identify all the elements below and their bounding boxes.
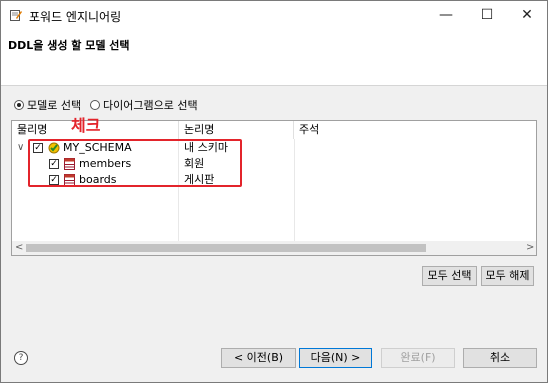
radio-label-model: 모델로 선택	[27, 99, 82, 112]
horizontal-scrollbar[interactable]: < >	[12, 241, 536, 255]
column-header-comment[interactable]: 주석	[294, 121, 536, 139]
select-all-button[interactable]: 모두 선택	[422, 266, 477, 286]
forward-engineering-icon	[10, 10, 22, 21]
radio-unchecked-icon	[90, 100, 100, 110]
next-button[interactable]: 다음(N) >	[299, 348, 372, 368]
column-header-logical[interactable]: 논리명	[179, 121, 294, 139]
help-icon[interactable]: ?	[14, 351, 28, 365]
radio-select-by-diagram[interactable]: 다이어그램으로 선택	[90, 97, 198, 113]
annotation-label: 체크	[71, 116, 101, 135]
close-button[interactable]: ✕	[507, 1, 547, 29]
dialog-header: DDL을 생성 할 모델 선택	[1, 29, 547, 85]
maximize-button[interactable]: ☐	[467, 1, 507, 29]
annotation-highlight-box	[28, 139, 242, 187]
title-bar: 포워드 엔지니어링 — ☐ ✕	[1, 1, 547, 29]
page-title: DDL을 생성 할 모델 선택	[8, 39, 130, 52]
radio-checked-icon	[14, 100, 24, 110]
header-divider	[1, 85, 547, 86]
back-button[interactable]: < 이전(B)	[221, 348, 296, 368]
scrollbar-thumb[interactable]	[26, 244, 426, 252]
radio-select-by-model[interactable]: 모델로 선택	[14, 97, 81, 113]
finish-button[interactable]: 완료(F)	[381, 348, 455, 368]
window-title: 포워드 엔지니어링	[29, 10, 122, 24]
forward-engineering-dialog: 포워드 엔지니어링 — ☐ ✕ DDL을 생성 할 모델 선택 모델로 선택 다…	[0, 0, 548, 383]
minimize-button[interactable]: —	[426, 1, 466, 29]
cancel-button[interactable]: 취소	[463, 348, 537, 368]
expand-chevron-icon[interactable]: ∨	[17, 140, 24, 156]
scroll-left-arrow-icon[interactable]: <	[15, 241, 23, 255]
deselect-all-button[interactable]: 모두 해제	[481, 266, 534, 286]
radio-label-diagram: 다이어그램으로 선택	[103, 99, 198, 112]
scroll-right-arrow-icon[interactable]: >	[526, 241, 534, 255]
